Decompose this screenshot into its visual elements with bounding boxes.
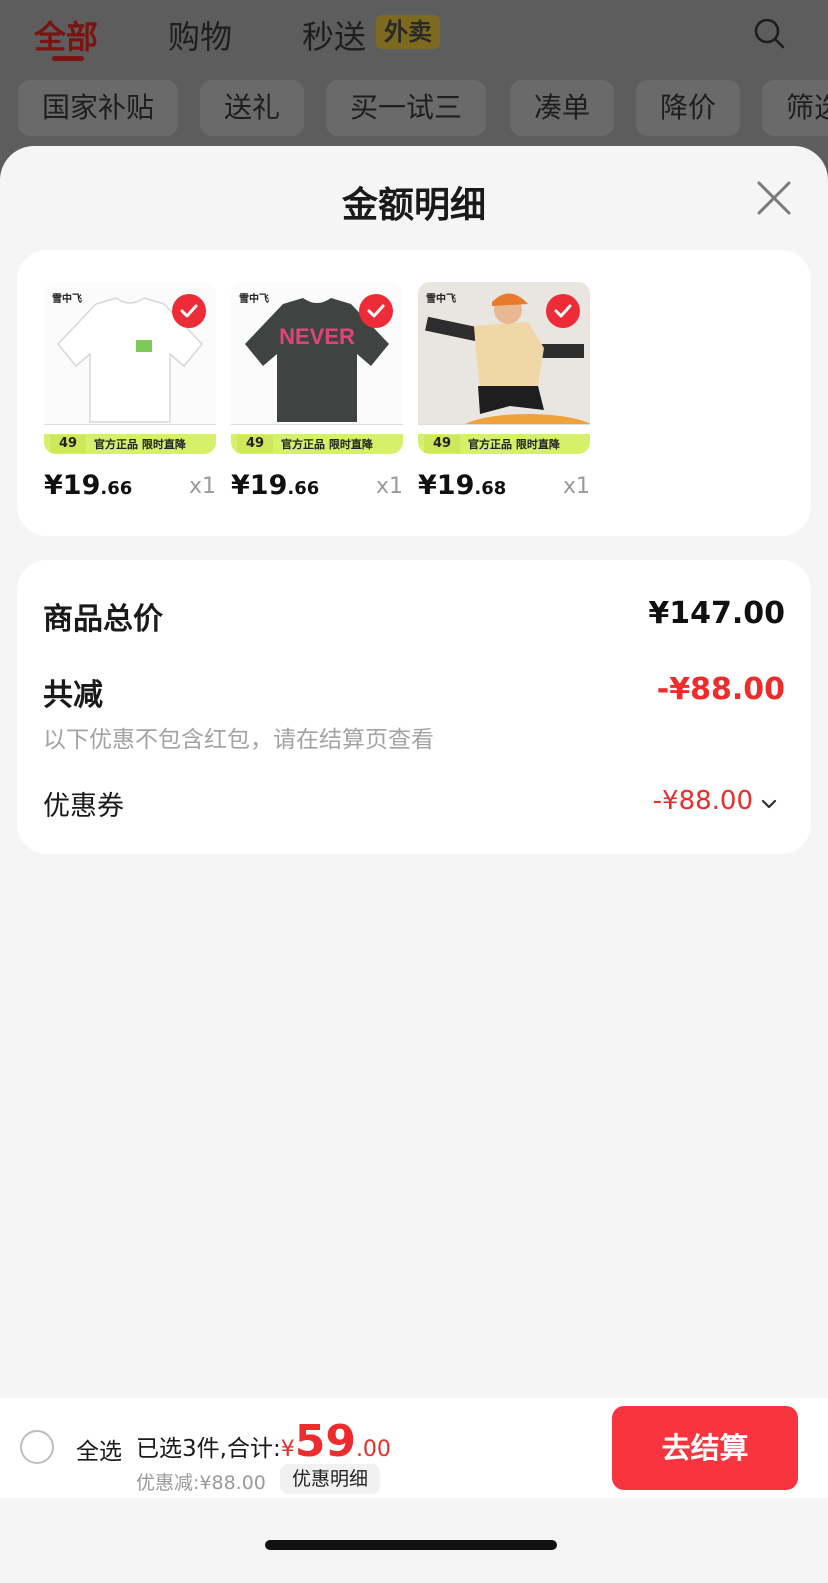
product-quantity: x1 [562,474,590,499]
promo-price: 49 [237,435,273,453]
product-item[interactable]: 雪中飞 NEVER 49 官方正品 限时直降 ¥19.66 x1 [231,282,403,501]
active-tab-indicator [52,56,84,61]
products-card: 雪中飞 49 官方正品 限时直降 ¥19.66 x1 雪中飞 NEVER 49 … [17,250,811,536]
takeout-badge[interactable]: 外卖 [376,15,440,49]
promo-text: 官方正品 限时直降 [468,438,560,451]
search-icon[interactable] [752,16,786,50]
promo-text: 官方正品 限时直降 [94,438,186,451]
promo-strip: 49 官方正品 限时直降 [44,424,216,454]
select-all-label[interactable]: 全选 [76,1432,122,1466]
discount-note: 以下优惠不包含红包，请在结算页查看 [43,727,434,753]
select-all-radio[interactable] [20,1430,54,1464]
promo-strip: 49 官方正品 限时直降 [231,424,403,454]
checkout-bar: 全选 已选3件,合计:¥59.00 优惠减:¥88.00 优惠明细 去结算 [0,1398,828,1498]
product-price: ¥19.66 [231,470,320,501]
promo-strip: 49 官方正品 限时直降 [418,424,590,454]
tab-flash-delivery[interactable]: 秒送 [302,12,366,58]
close-icon[interactable] [756,180,792,216]
selected-summary: 已选3件,合计:¥59.00 [136,1416,391,1467]
chip-price-drop[interactable]: 降价 [636,80,741,136]
product-quantity: x1 [188,474,216,499]
checkout-button[interactable]: 去结算 [612,1406,798,1490]
product-image[interactable]: 雪中飞 49 官方正品 限时直降 [418,282,590,454]
product-image[interactable]: 雪中飞 NEVER 49 官方正品 限时直降 [231,282,403,454]
product-item[interactable]: 雪中飞 49 官方正品 限时直降 ¥19.66 x1 [44,282,216,501]
chevron-down-icon[interactable] [761,798,777,810]
total-amount-integer: 59 [294,1416,356,1467]
chip-filter[interactable]: 筛选 [762,80,828,136]
total-reduction-value: -¥88.00 [656,672,785,707]
selected-check-icon[interactable] [172,294,206,328]
chip-add-on[interactable]: 凑单 [510,80,615,136]
sheet-title: 金额明细 [341,185,486,226]
tab-shopping[interactable]: 购物 [168,12,232,58]
category-tabs: 全部 购物 秒送 外卖 [0,0,828,68]
promo-price: 49 [50,435,86,453]
product-image[interactable]: 雪中飞 49 官方正品 限时直降 [44,282,216,454]
product-price: ¥19.68 [418,470,507,501]
coupon-label[interactable]: 优惠券 [43,784,124,823]
total-price-label: 商品总价 [43,602,163,637]
currency-symbol: ¥ [280,1437,295,1462]
product-item[interactable]: 雪中飞 49 官方正品 限时直降 ¥19.68 x1 [418,282,590,501]
selected-check-icon[interactable] [546,294,580,328]
selected-count-text: 已选3件,合计: [136,1436,281,1462]
chip-national-subsidy[interactable]: 国家补贴 [18,80,179,136]
discount-amount-text: 优惠减:¥88.00 [136,1472,266,1494]
promo-text: 官方正品 限时直降 [281,438,373,451]
discount-detail-button[interactable]: 优惠明细 [280,1464,381,1494]
chip-gift[interactable]: 送礼 [200,80,305,136]
total-reduction-label: 共减 [43,678,103,713]
product-price: ¥19.66 [44,470,133,501]
chip-buy-one-try-three[interactable]: 买一试三 [326,80,487,136]
svg-text:NEVER: NEVER [279,324,355,349]
coupon-value[interactable]: -¥88.00 [653,786,753,816]
filter-chips: 国家补贴 送礼 买一试三 凑单 降价 筛选 [0,80,828,136]
tab-all[interactable]: 全部 [34,12,98,58]
home-indicator [265,1540,557,1550]
product-quantity: x1 [375,474,403,499]
amount-detail-sheet: 金额明细 雪中飞 49 官方正品 限时直降 ¥19.66 x1 雪中飞 NEVE… [0,146,828,1583]
selected-check-icon[interactable] [359,294,393,328]
price-summary-card: 商品总价 ¥147.00 共减 -¥88.00 以下优惠不包含红包，请在结算页查… [17,560,811,854]
total-price-value: ¥147.00 [648,596,785,631]
promo-price: 49 [424,435,460,453]
total-amount-decimal: .00 [355,1437,391,1462]
